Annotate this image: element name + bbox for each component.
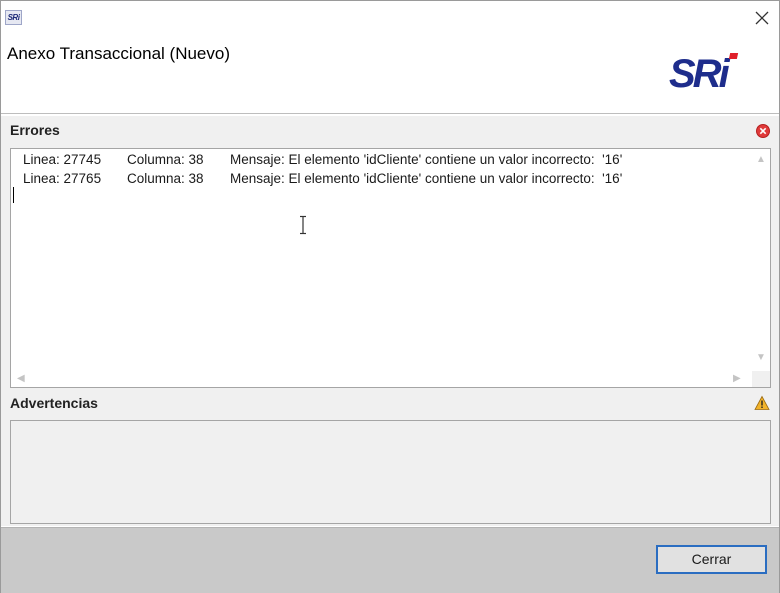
- error-line-number: Linea: 27765: [23, 171, 102, 186]
- error-column-number: Columna: 38: [127, 152, 204, 167]
- header-divider: [1, 113, 779, 115]
- errors-textarea[interactable]: Linea: 27745 Columna: 38 Mensaje: El ele…: [10, 148, 771, 388]
- error-column-number: Columna: 38: [127, 171, 204, 186]
- app-icon: SRi: [5, 10, 22, 25]
- errors-label: Errores: [10, 122, 60, 138]
- scroll-left-icon[interactable]: ◀: [17, 374, 25, 384]
- horizontal-scrollbar[interactable]: ◀ ▶: [11, 371, 752, 387]
- title-bar: SRi: [1, 1, 779, 35]
- dialog-header: Anexo Transaccional (Nuevo) SRi: [1, 35, 779, 113]
- warning-triangle-icon: [754, 395, 770, 411]
- scroll-right-icon[interactable]: ▶: [733, 374, 741, 384]
- warnings-textarea[interactable]: [10, 420, 771, 524]
- dialog-footer: Cerrar: [1, 527, 779, 593]
- error-circle-icon: [755, 123, 771, 139]
- error-row: Linea: 27765 Columna: 38 Mensaje: El ele…: [23, 171, 622, 246]
- sri-logo: SRi: [669, 49, 745, 96]
- error-message: Mensaje: El elemento 'idCliente' contien…: [230, 171, 623, 186]
- errors-list: Linea: 27745 Columna: 38 Mensaje: El ele…: [11, 149, 752, 371]
- dialog-window: SRi Anexo Transaccional (Nuevo) SRi Erro…: [0, 0, 780, 593]
- scroll-up-icon[interactable]: ▲: [756, 155, 766, 165]
- dialog-title: Anexo Transaccional (Nuevo): [7, 44, 231, 63]
- svg-text:SRi: SRi: [669, 52, 731, 93]
- error-message: Mensaje: El elemento 'idCliente' contien…: [230, 152, 623, 167]
- ibeam-cursor-icon: [298, 215, 308, 235]
- text-caret: [13, 187, 14, 203]
- scroll-down-icon[interactable]: ▼: [756, 353, 766, 363]
- warnings-label: Advertencias: [10, 395, 98, 411]
- vertical-scrollbar[interactable]: ▲ ▼: [752, 149, 770, 371]
- error-line-number: Linea: 27745: [23, 152, 102, 167]
- close-window-icon[interactable]: [751, 7, 773, 29]
- close-button[interactable]: Cerrar: [656, 545, 767, 574]
- scrollbar-corner: [752, 371, 770, 387]
